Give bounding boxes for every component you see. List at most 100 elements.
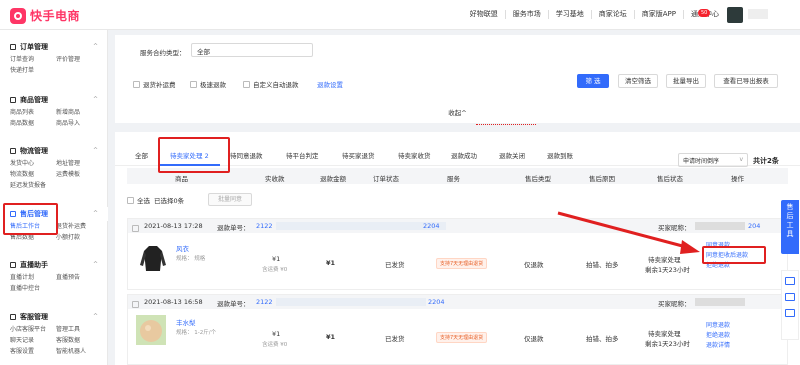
sidebar-item-chat-log[interactable]: 聊天记录	[10, 335, 56, 346]
checkbox[interactable]	[243, 80, 250, 88]
sidebar-item-cs-platform[interactable]: 小店客服平台	[10, 324, 56, 335]
remaining-time: 剩余1天23小时	[645, 340, 690, 348]
contract-type-select[interactable]: 全部	[191, 43, 313, 57]
service-tag: 支持7天无理由退货	[436, 258, 488, 269]
sidebar-header-products[interactable]: 商品管理 ^	[0, 93, 108, 107]
sidebar-item-live-preview[interactable]: 直播预告	[56, 272, 102, 283]
edit-icon[interactable]	[785, 277, 795, 285]
sidebar-header-cs[interactable]: 客服管理 ^	[0, 310, 108, 324]
product-image-coat[interactable]	[138, 243, 168, 273]
refund-no[interactable]: 2122	[256, 222, 273, 230]
check-auto-refund[interactable]: 自定义自动退款	[243, 79, 299, 89]
sort-select[interactable]: 申请时间倒序 v	[678, 153, 748, 167]
logo[interactable]: 快手电商	[10, 7, 80, 24]
col-type: 售后类型	[525, 175, 551, 183]
refund-detail-link[interactable]: 退款详情	[706, 341, 730, 350]
order-status: 已发货	[385, 261, 405, 269]
truck-icon	[10, 148, 16, 154]
sidebar-item-cs-data[interactable]: 客服数据	[56, 335, 102, 346]
sidebar-item-cs-settings[interactable]: 客服设置	[10, 346, 56, 357]
sidebar-item-mgmt-tools[interactable]: 管理工具	[56, 324, 102, 335]
sidebar-item-robot[interactable]: 智能机器人	[56, 346, 102, 357]
nav-merchant-forum[interactable]: 商家论坛	[592, 10, 635, 19]
collapse-toggle[interactable]: 收起^	[115, 107, 800, 117]
sidebar-item-review[interactable]: 评价管理	[56, 54, 102, 65]
clear-filter-button[interactable]: 清空筛选	[618, 74, 658, 88]
check-fast-refund[interactable]: 极速退款	[190, 79, 226, 89]
tab-platform-judge[interactable]: 待平台判定	[286, 150, 319, 160]
tab-refund-closed[interactable]: 退款关闭	[499, 150, 525, 160]
live-icon	[10, 262, 16, 268]
tab-pending-agree[interactable]: 待同意退款	[230, 150, 263, 160]
refund-amount: ¥1	[326, 259, 336, 267]
nav-good-alliance[interactable]: 好物联盟	[463, 10, 506, 19]
sidebar-item-live-plan[interactable]: 直播计划	[10, 272, 56, 283]
nav-service-market[interactable]: 服务市场	[506, 10, 549, 19]
sidebar-item-add-product[interactable]: 新增商品	[56, 107, 102, 118]
sidebar-header-orders[interactable]: 订单管理 ^	[0, 40, 108, 54]
sidebar-header-live[interactable]: 直播助手 ^	[0, 258, 108, 272]
sidebar-item-live-console[interactable]: 直播中控台	[10, 283, 56, 294]
order-icon	[10, 44, 16, 50]
refund-no[interactable]: 2122	[256, 298, 273, 306]
check-return-freight[interactable]: 退货补运费	[133, 79, 176, 89]
sidebar-header-logistics[interactable]: 物流管理 ^	[0, 144, 108, 158]
notification-badge: 50	[698, 9, 711, 17]
checkbox[interactable]	[127, 196, 134, 204]
sidebar-item-print[interactable]: 快递打单	[10, 65, 56, 76]
select-all-label: 全选	[137, 197, 150, 205]
nav-learning-base[interactable]: 学习基地	[549, 10, 592, 19]
sidebar-item-small-payment[interactable]: 小额打款	[56, 232, 102, 243]
product-icon	[10, 97, 16, 103]
chevron-up-icon: ^	[92, 313, 98, 320]
tab-refund-arrived[interactable]: 退款到账	[547, 150, 573, 160]
avatar[interactable]	[727, 7, 743, 23]
sidebar-item-product-import[interactable]: 商品导入	[56, 118, 102, 129]
checkbox[interactable]	[190, 80, 197, 88]
sidebar-item-delay-report[interactable]: 延迟发货报备	[10, 180, 100, 191]
refund-settings-link[interactable]: 退款设置	[317, 79, 343, 89]
buyer-label: 买家昵称：	[658, 300, 691, 308]
annotation-mark	[476, 124, 536, 126]
aftersale-type: 仅退款	[524, 261, 544, 269]
tab-refund-success[interactable]: 退款成功	[451, 150, 477, 160]
chevron-up-icon: ^	[92, 147, 98, 154]
tab-buyer-return[interactable]: 待买家退货	[342, 150, 375, 160]
highlight-aftersale-menu	[3, 203, 58, 235]
select-all[interactable]: 全选 已选择0条	[127, 195, 184, 205]
remaining-time: 剩余1天23小时	[645, 266, 690, 274]
aftersale-tool-button[interactable]: 售后工具	[781, 200, 799, 254]
sidebar-item-return-freight[interactable]: 退货补运费	[56, 221, 102, 232]
refund-no-suffix[interactable]: 2204	[428, 298, 445, 306]
product-spec: 规格： 1-2斤/个	[176, 330, 217, 336]
filter-button[interactable]: 筛 选	[577, 74, 609, 88]
batch-agree-button[interactable]: 批量同意	[208, 193, 252, 206]
product-name[interactable]: 丰水梨	[176, 317, 196, 327]
filter-panel: 服务合约类型： 全部 退货补运费 极速退款 自定义自动退款 退款设置 筛 选 清…	[115, 35, 800, 123]
blurred-buyer	[695, 222, 745, 230]
refund-no-suffix[interactable]: 2204	[423, 222, 440, 230]
product-name[interactable]: 风衣	[176, 243, 189, 253]
sidebar-item-product-data[interactable]: 商品数据	[10, 118, 56, 129]
sidebar-item-order-query[interactable]: 订单查询	[10, 54, 56, 65]
sidebar-item-shipping-center[interactable]: 发货中心	[10, 158, 56, 169]
chat-icon[interactable]	[785, 309, 795, 317]
product-image-pear[interactable]	[136, 315, 166, 345]
view-exports-button[interactable]: 查看已导出报表	[714, 74, 778, 88]
checkbox[interactable]	[133, 80, 140, 88]
reject-refund-link[interactable]: 拒绝退款	[706, 331, 730, 340]
checkbox-label: 退货补运费	[143, 81, 176, 89]
sidebar-item-product-list[interactable]: 商品列表	[10, 107, 56, 118]
col-actions: 操作	[731, 175, 744, 183]
sidebar-section-cs: 客服管理 ^ 小店客服平台 管理工具 聊天记录 客服数据 客服设置 智能机器人	[0, 310, 108, 357]
batch-export-button[interactable]: 批量导出	[666, 74, 706, 88]
sidebar-item-logistics-data[interactable]: 物流数据	[10, 169, 56, 180]
tab-all[interactable]: 全部	[135, 150, 148, 160]
agree-refund-link[interactable]: 同意退款	[706, 321, 730, 330]
chevron-up-icon: ^	[92, 96, 98, 103]
sidebar-item-freight-template[interactable]: 运费模板	[56, 169, 102, 180]
learn-icon[interactable]	[785, 293, 795, 301]
tab-seller-receive[interactable]: 待卖家收货	[398, 150, 431, 160]
sidebar-item-address[interactable]: 地址管理	[56, 158, 102, 169]
nav-merchant-app[interactable]: 商家版APP	[635, 10, 684, 19]
